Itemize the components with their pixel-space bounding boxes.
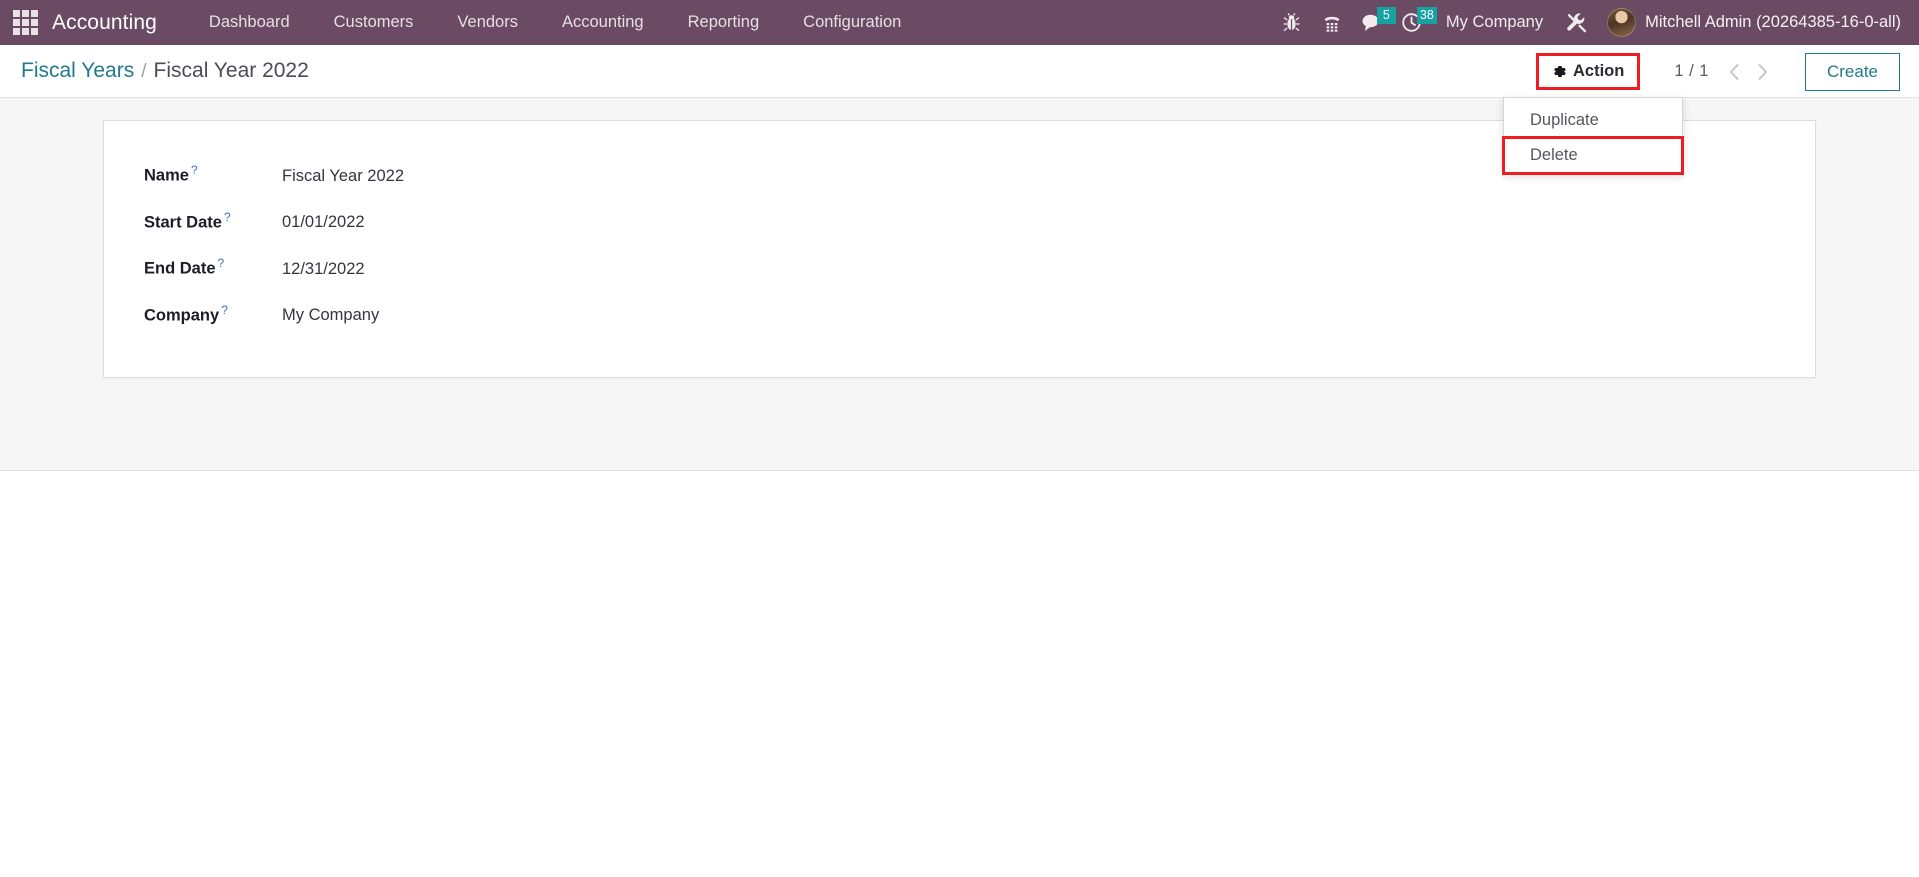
apps-grid-cell xyxy=(31,28,38,35)
tooltip-icon-end-date[interactable]: ? xyxy=(218,256,225,270)
tooltip-icon-name[interactable]: ? xyxy=(191,163,198,177)
apps-grid-cell xyxy=(31,19,38,26)
user-menu[interactable]: Mitchell Admin (20264385-16-0-all) xyxy=(1597,8,1909,37)
pager: 1 / 1 xyxy=(1674,57,1775,87)
field-label-name-text: Name xyxy=(144,166,189,185)
apps-grid-cell xyxy=(13,19,20,26)
action-button-label: Action xyxy=(1573,62,1625,80)
apps-grid-cell xyxy=(31,10,38,17)
apps-grid-cell xyxy=(22,10,29,17)
dropdown-item-delete[interactable]: Delete xyxy=(1502,136,1684,175)
menu-item-vendors[interactable]: Vendors xyxy=(435,0,540,45)
breadcrumb-separator: / xyxy=(141,61,147,82)
phone-keypad-icon[interactable] xyxy=(1312,0,1352,45)
wrench-debug-icon[interactable] xyxy=(1557,0,1597,45)
apps-grid-cell xyxy=(22,19,29,26)
field-value-end-date[interactable]: 12/31/2022 xyxy=(282,260,365,279)
pager-count: 1 / 1 xyxy=(1674,62,1709,80)
messages-icon[interactable]: 5 xyxy=(1352,0,1396,45)
field-label-name: Name? xyxy=(144,163,282,186)
field-label-end-date: End Date? xyxy=(144,256,282,279)
vertical-divider-2 xyxy=(1639,58,1641,85)
dropdown-item-duplicate[interactable]: Duplicate xyxy=(1504,103,1682,138)
field-label-start-date-text: Start Date xyxy=(144,213,222,231)
app-brand-title[interactable]: Accounting xyxy=(52,11,157,35)
avatar xyxy=(1607,8,1637,37)
gear-icon xyxy=(1554,65,1566,78)
control-panel: Fiscal Years / Fiscal Year 2022 Action 1… xyxy=(0,45,1919,98)
bug-icon[interactable] xyxy=(1272,0,1312,45)
breadcrumb: Fiscal Years / Fiscal Year 2022 xyxy=(21,59,309,83)
create-button[interactable]: Create xyxy=(1804,52,1900,91)
apps-grid-icon[interactable] xyxy=(13,10,38,35)
field-value-start-date[interactable]: 01/01/2022 xyxy=(282,213,365,232)
top-navbar: Accounting Dashboard Customers Vendors A… xyxy=(0,0,1919,45)
activities-badge: 38 xyxy=(1416,7,1437,24)
menu-item-reporting[interactable]: Reporting xyxy=(666,0,782,45)
field-row-company: Company? My Company xyxy=(144,303,1815,326)
page-bottom-area xyxy=(0,471,1919,877)
apps-grid-cell xyxy=(13,10,20,17)
menu-item-dashboard[interactable]: Dashboard xyxy=(187,0,312,45)
company-switcher[interactable]: My Company xyxy=(1432,13,1557,32)
action-button[interactable]: Action xyxy=(1536,53,1641,90)
breadcrumb-current: Fiscal Year 2022 xyxy=(153,59,309,82)
apps-grid-cell xyxy=(13,28,20,35)
vertical-divider xyxy=(1536,58,1538,85)
systray: 5 38 My Company Mitchell Admin (20264385… xyxy=(1272,0,1909,45)
field-row-end-date: End Date? 12/31/2022 xyxy=(144,256,1815,279)
chevron-right-icon[interactable] xyxy=(1750,57,1775,87)
tooltip-icon-company[interactable]: ? xyxy=(221,303,228,317)
field-label-company: Company? xyxy=(144,303,282,326)
menu-item-customers[interactable]: Customers xyxy=(312,0,436,45)
field-label-start-date: Start Date? xyxy=(144,210,282,233)
control-panel-right: Action 1 / 1 Create xyxy=(1534,45,1919,98)
breadcrumb-parent-link[interactable]: Fiscal Years xyxy=(21,59,134,83)
menu-item-configuration[interactable]: Configuration xyxy=(781,0,923,45)
action-dropdown-menu: Duplicate Delete xyxy=(1502,97,1684,175)
field-label-end-date-text: End Date xyxy=(144,259,216,278)
user-name-label: Mitchell Admin (20264385-16-0-all) xyxy=(1645,13,1901,31)
field-label-company-text: Company xyxy=(144,306,220,324)
main-menu: Dashboard Customers Vendors Accounting R… xyxy=(187,0,923,45)
apps-grid-cell xyxy=(22,28,29,35)
tooltip-icon-start-date[interactable]: ? xyxy=(224,210,231,224)
chevron-left-icon[interactable] xyxy=(1722,57,1747,87)
field-value-name[interactable]: Fiscal Year 2022 xyxy=(282,167,404,186)
field-value-company[interactable]: My Company xyxy=(282,306,379,325)
activities-clock-icon[interactable]: 38 xyxy=(1392,0,1437,45)
menu-item-accounting[interactable]: Accounting xyxy=(540,0,666,45)
field-row-start-date: Start Date? 01/01/2022 xyxy=(144,210,1815,233)
